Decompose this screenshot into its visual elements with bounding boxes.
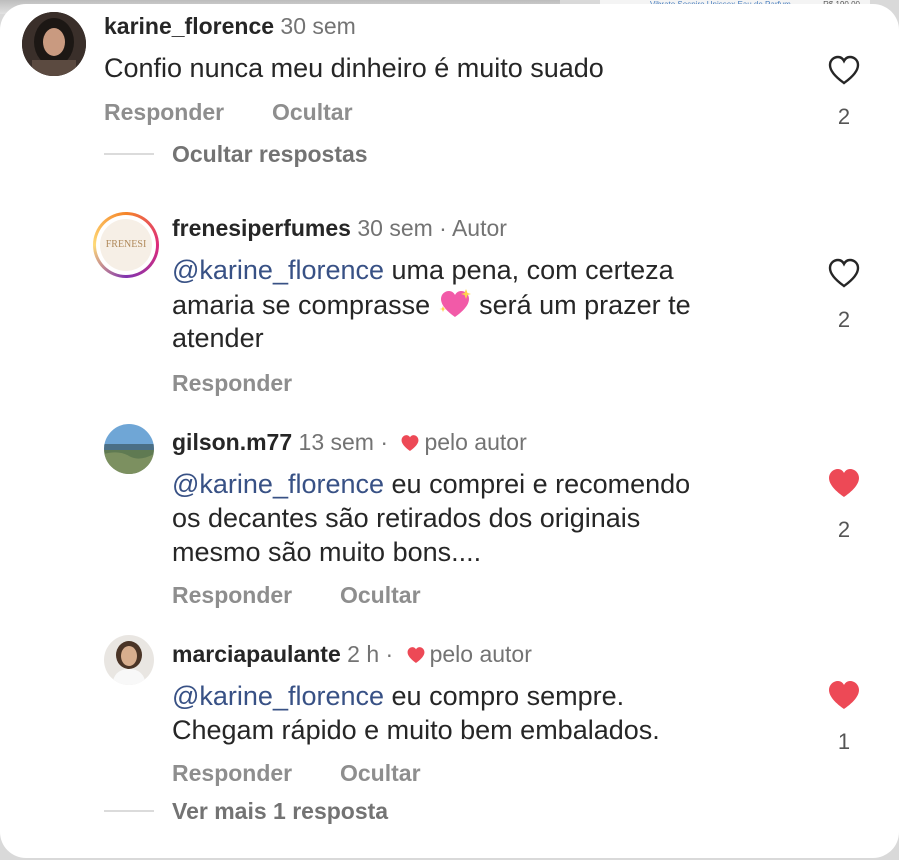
username[interactable]: marciapaulante	[172, 641, 341, 667]
liked-by-author-heart-icon	[402, 435, 419, 451]
reply-header: frenesiperfumes 30 sem · Autor	[172, 214, 507, 242]
reply-button[interactable]: Responder	[172, 370, 292, 397]
reply-text-line: Chegam rápido e muito bem embalados.	[172, 715, 660, 745]
timestamp: 30 sem	[357, 215, 433, 241]
hide-replies-button[interactable]: Ocultar respostas	[172, 141, 368, 168]
avatar-photo-icon	[104, 635, 154, 685]
comment-header: karine_florence 30 sem	[104, 12, 356, 40]
liked-heart-icon[interactable]	[827, 467, 861, 499]
text: eu compro sempre.	[384, 681, 625, 711]
liked-heart-icon[interactable]	[827, 679, 861, 711]
reply-text-line: @karine_florence uma pena, com certeza	[172, 254, 674, 287]
reply-button[interactable]: Responder	[104, 99, 224, 126]
liked-by-author-heart-icon	[407, 647, 425, 663]
like-count: 2	[837, 307, 851, 332]
author-badge: Autor	[451, 215, 507, 241]
view-more-replies-button[interactable]: Ver mais 1 resposta	[172, 798, 388, 825]
timestamp: 13 sem	[298, 429, 374, 455]
like-heart-icon[interactable]	[827, 257, 861, 289]
reply-header: marciapaulante 2 h · pelo autor	[172, 640, 532, 668]
like-count: 2	[837, 517, 851, 542]
reply-header: gilson.m77 13 sem · pelo autor	[172, 428, 527, 456]
timestamp: 30 sem	[280, 13, 356, 39]
reply-text-line: @karine_florence eu comprei e recomendo	[172, 468, 690, 501]
comments-sheet: karine_florence 30 sem Confio nunca meu …	[0, 4, 899, 858]
reply-button[interactable]: Responder	[172, 582, 292, 609]
text: será um prazer te	[471, 290, 691, 320]
like-heart-icon[interactable]	[827, 54, 861, 86]
reply-button[interactable]: Responder	[172, 760, 292, 787]
text: eu comprei e recomendo	[384, 469, 691, 499]
reply-text-line: os decantes são retirados dos originais	[172, 503, 641, 533]
separator: ·	[373, 429, 395, 455]
comment-text: Confio nunca meu dinheiro é muito suado	[104, 53, 604, 83]
avatar-frenesiperfumes[interactable]: FRENESI	[93, 212, 159, 278]
avatar-karine-florence[interactable]	[22, 12, 86, 76]
like-count: 1	[837, 729, 851, 754]
reply-text-line: amaria se comprasse será um prazer te	[172, 288, 691, 322]
username[interactable]: karine_florence	[104, 13, 274, 39]
reply-text-line: @karine_florence eu compro sempre.	[172, 680, 624, 713]
avatar-gilson-m77[interactable]	[104, 424, 154, 474]
reply-text-line: mesmo são muito bons....	[172, 537, 482, 567]
timestamp: 2 h	[347, 641, 380, 667]
mention-link[interactable]: @karine_florence	[172, 469, 384, 499]
divider	[104, 153, 154, 155]
liked-by-label: pelo autor	[429, 641, 532, 667]
avatar-photo-icon	[22, 12, 86, 76]
hide-button[interactable]: Ocultar	[340, 760, 421, 787]
separator: ·	[379, 641, 400, 667]
username[interactable]: frenesiperfumes	[172, 215, 351, 241]
reply-text-line: atender	[172, 323, 264, 353]
avatar-landscape-icon	[104, 424, 154, 474]
text: uma pena, com certeza	[384, 255, 674, 285]
hide-button[interactable]: Ocultar	[340, 582, 421, 609]
mention-link[interactable]: @karine_florence	[172, 681, 384, 711]
liked-by-label: pelo autor	[424, 429, 527, 455]
sparkling-heart-emoji-icon	[439, 289, 471, 317]
divider	[104, 810, 154, 812]
mention-link[interactable]: @karine_florence	[172, 255, 384, 285]
separator: ·	[432, 215, 452, 241]
hide-button[interactable]: Ocultar	[272, 99, 353, 126]
brand-logo: FRENESI	[100, 219, 152, 271]
avatar-marciapaulante[interactable]	[104, 635, 154, 685]
text: amaria se comprasse	[172, 290, 438, 320]
username[interactable]: gilson.m77	[172, 429, 292, 455]
like-count: 2	[837, 104, 851, 129]
